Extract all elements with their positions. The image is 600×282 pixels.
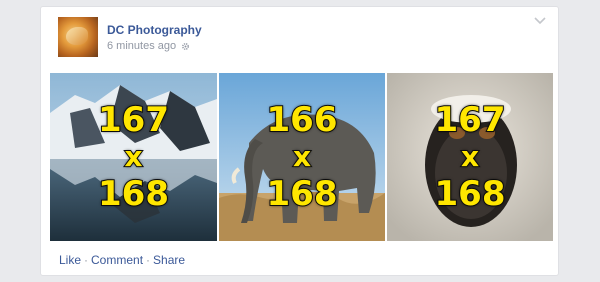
post-meta: 6 minutes ago [107,40,190,52]
width-label: 167 [434,100,507,140]
height-label: 168 [97,174,170,214]
separator: · [84,253,89,267]
photo-grid: 167 x 168 166 x 168 167 x 168 [50,73,553,241]
page-name-link[interactable]: DC Photography [107,23,202,37]
width-label: 166 [266,100,339,140]
chevron-down-icon[interactable] [534,17,546,25]
dimension-overlay: 166 x 168 [219,73,385,241]
post-card: DC Photography 6 minutes ago 167 x 168 1… [40,6,559,276]
post-actions: Like · Comment · Share [59,253,185,267]
photo-glacier[interactable]: 167 x 168 [50,73,217,241]
x-label: x [460,140,480,173]
separator: · [146,253,151,267]
like-link[interactable]: Like [59,253,81,267]
photo-elephant[interactable]: 166 x 168 [219,73,385,241]
x-label: x [292,140,312,173]
gear-icon[interactable] [181,42,190,51]
comment-link[interactable]: Comment [91,253,143,267]
width-label: 167 [97,100,170,140]
dimension-overlay: 167 x 168 [50,73,217,241]
page-avatar[interactable] [58,17,98,57]
height-label: 168 [266,174,339,214]
x-label: x [123,140,143,173]
dimension-overlay: 167 x 168 [387,73,553,241]
height-label: 168 [434,174,507,214]
post-timestamp[interactable]: 6 minutes ago [107,40,176,52]
photo-monkey[interactable]: 167 x 168 [387,73,553,241]
share-link[interactable]: Share [153,253,185,267]
